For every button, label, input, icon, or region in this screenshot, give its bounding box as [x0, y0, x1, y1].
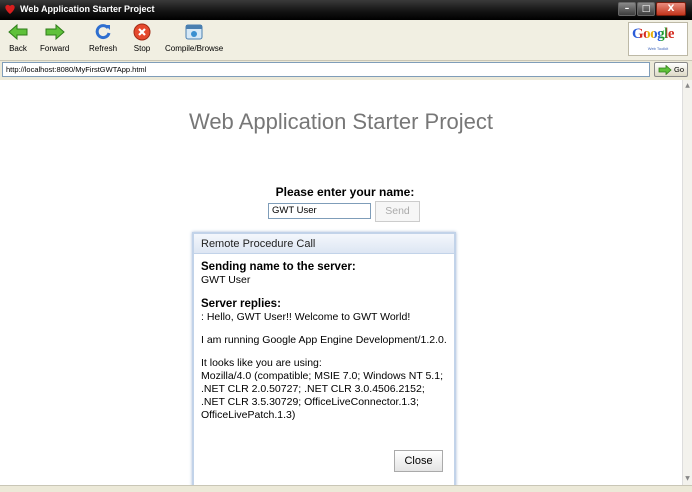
vertical-scrollbar[interactable]: ▲ ▼: [682, 80, 692, 485]
close-window-button[interactable]: X: [656, 2, 686, 16]
stop-label: Stop: [133, 44, 151, 53]
page-content: Web Application Starter Project Please e…: [0, 80, 682, 485]
google-web-toolkit-logo: Google Web Toolkit: [628, 22, 688, 56]
back-label: Back: [9, 44, 27, 53]
forward-arrow-icon: [45, 24, 65, 40]
stop-button[interactable]: Stop: [133, 22, 151, 58]
dialog-close-button[interactable]: Close: [394, 450, 443, 472]
compile-browse-label: Compile/Browse: [165, 44, 224, 53]
minimize-button[interactable]: –: [618, 2, 636, 16]
replies-heading: Server replies:: [201, 298, 281, 310]
send-button[interactable]: Send: [375, 201, 420, 222]
page-title: Web Application Starter Project: [188, 109, 494, 134]
go-label: Go: [673, 65, 684, 74]
refresh-button[interactable]: Refresh: [89, 22, 117, 58]
using-intro: It looks like you are using:: [201, 357, 322, 369]
reply-line: : Hello, GWT User!! Welcome to GWT World…: [201, 311, 411, 323]
scroll-up-icon[interactable]: ▲: [684, 82, 691, 90]
maximize-button[interactable]: □: [637, 2, 655, 16]
running-line: I am running Google App Engine Developme…: [201, 334, 447, 346]
address-bar: http://localhost:8080/MyFirstGWTApp.html…: [0, 61, 692, 79]
user-agent-line-4: OfficeLivePatch.1.3): [201, 409, 296, 421]
window-title: Web Application Starter Project: [20, 4, 155, 14]
compile-browse-icon: [185, 24, 203, 40]
forward-button[interactable]: Forward: [40, 22, 69, 58]
google-logo-text: Google: [632, 26, 675, 42]
name-input[interactable]: GWT User: [268, 203, 371, 219]
back-button[interactable]: Back: [8, 22, 28, 58]
user-agent-line-1: Mozilla/4.0 (compatible; MSIE 7.0; Windo…: [201, 370, 443, 382]
browser-toolbar: Back Forward Refresh Stop Compile/Browse…: [0, 20, 692, 61]
dialog-caption[interactable]: Remote Procedure Call: [194, 234, 454, 254]
sending-heading: Sending name to the server:: [201, 261, 356, 273]
refresh-icon: [95, 24, 111, 40]
window-title-bar: Web Application Starter Project – □ X: [0, 0, 692, 20]
forward-label: Forward: [40, 44, 70, 53]
google-logo-subtitle: Web Toolkit: [647, 46, 669, 51]
scroll-down-icon[interactable]: ▼: [684, 475, 691, 483]
refresh-label: Refresh: [89, 44, 118, 53]
user-agent-line-2: .NET CLR 2.0.50727; .NET CLR 3.0.4506.21…: [201, 383, 425, 395]
user-agent-line-3: .NET CLR 3.5.30729; OfficeLiveConnector.…: [201, 396, 419, 408]
back-arrow-icon: [8, 24, 28, 40]
stop-icon: [133, 23, 151, 41]
gwt-app-icon: [5, 4, 15, 15]
url-field[interactable]: http://localhost:8080/MyFirstGWTApp.html: [2, 62, 650, 77]
name-prompt-label: Please enter your name:: [275, 185, 415, 199]
rpc-dialog: Remote Procedure Call Sending name to th…: [192, 232, 456, 485]
go-button[interactable]: Go: [654, 62, 688, 77]
compile-browse-button[interactable]: Compile/Browse: [165, 22, 223, 58]
dialog-body: Sending name to the server: GWT User Ser…: [194, 254, 454, 429]
go-arrow-icon: [658, 64, 672, 75]
sending-value: GWT User: [201, 274, 251, 286]
